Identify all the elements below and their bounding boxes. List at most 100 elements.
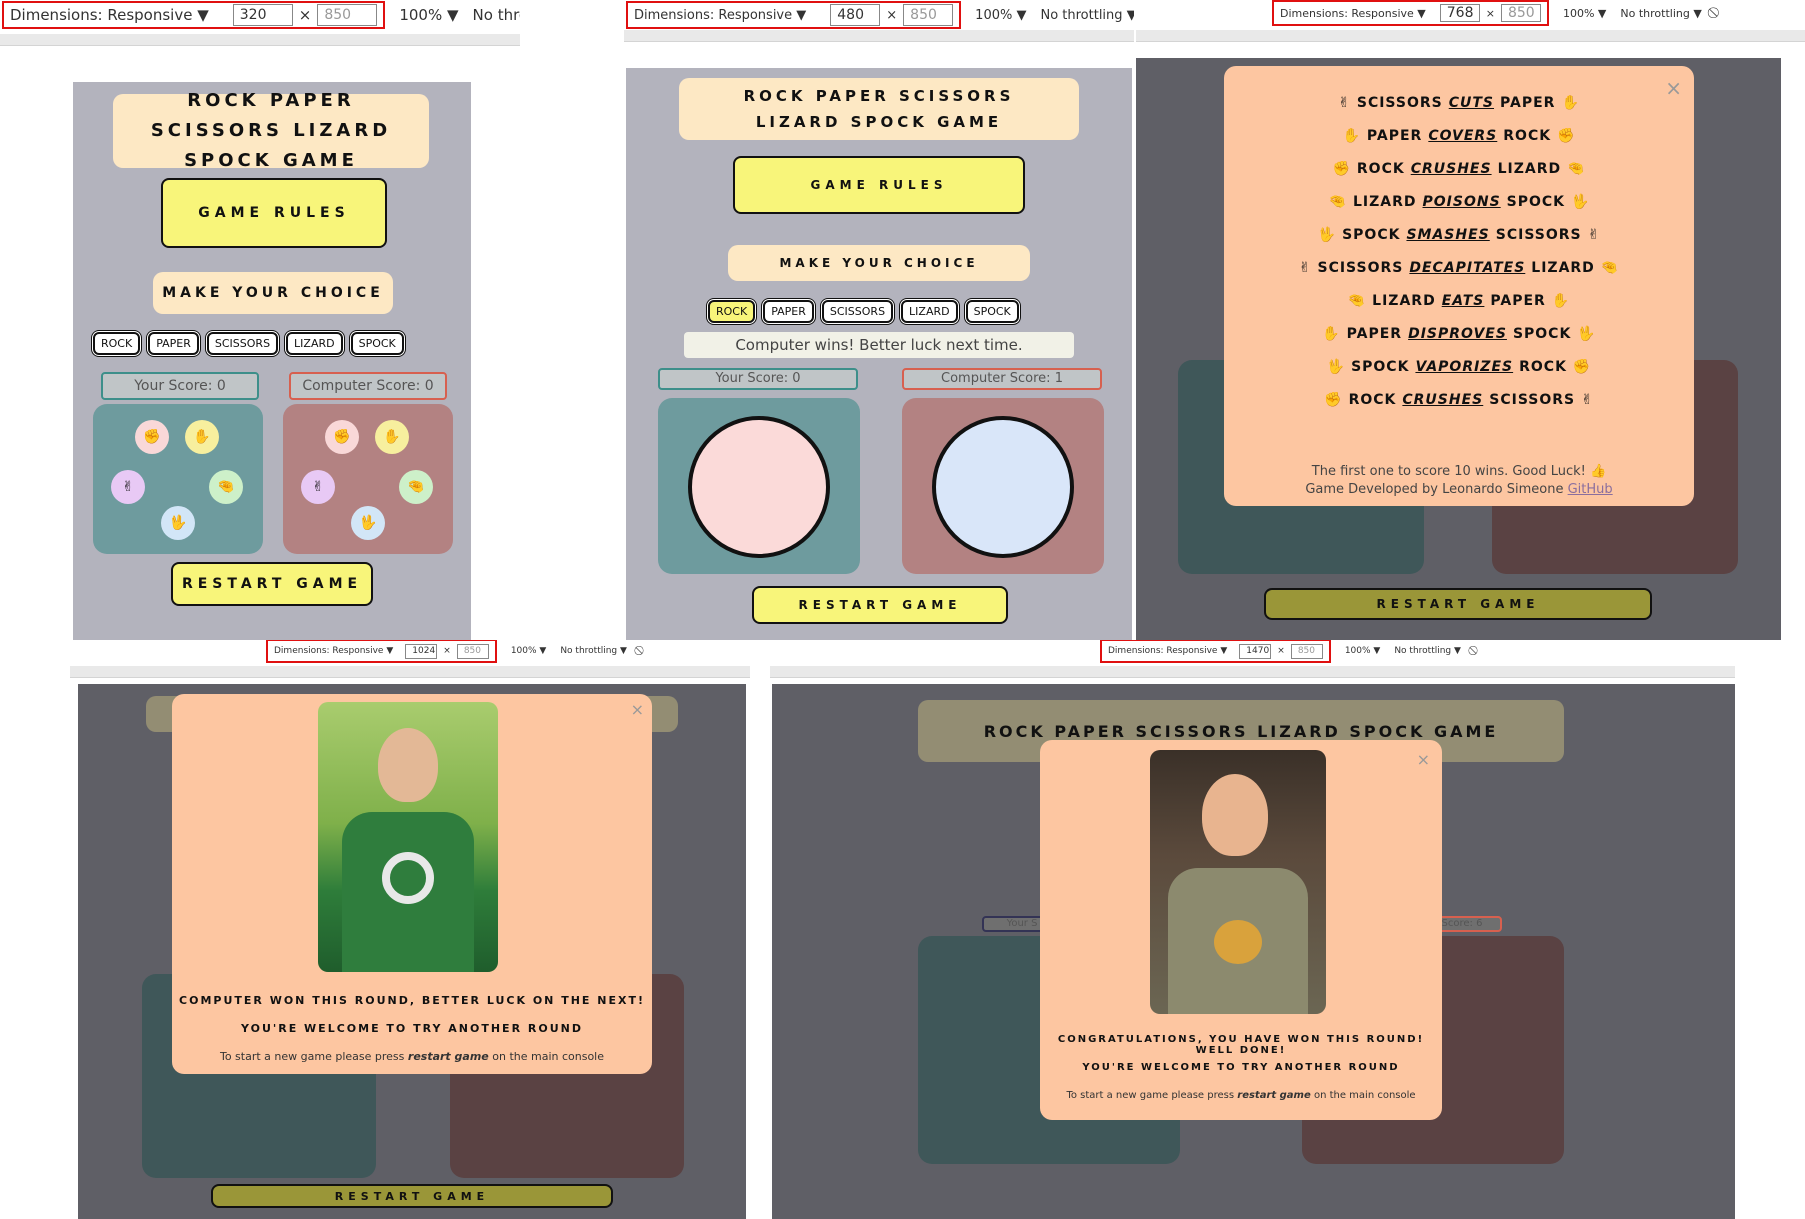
- times-icon: ×: [1277, 646, 1285, 656]
- rules-modal: × ✌ SCISSORS CUTS PAPER ✋ ✋ PAPER COVERS ROCK ✊ ✊ R…: [1224, 66, 1694, 506]
- height-input[interactable]: 850: [903, 4, 954, 26]
- rule-verb: CUTS: [1448, 94, 1495, 111]
- win-condition: The first one to score 10 wins. Good Luc…: [1311, 464, 1607, 479]
- dimensions-select[interactable]: Dimensions: Responsive ▼: [274, 646, 393, 656]
- rule-row: 🖖 SPOCK SMASHES SCISSORS ✌: [1224, 218, 1694, 251]
- scissors-icon: ✌: [1338, 94, 1351, 111]
- zoom-select[interactable]: 100% ▼: [1563, 7, 1606, 20]
- throttle-select[interactable]: No throttling ▼: [1620, 7, 1701, 20]
- panel-480: Dimensions: Responsive ▼ 480 × 850 100% …: [624, 0, 1134, 640]
- spock-icon: 🖖: [1326, 358, 1346, 375]
- game-page: ROCK PAPER SCISSORS LIZARD SPOCK GAME Yo…: [772, 684, 1735, 1219]
- paper-icon: ✋: [1561, 94, 1580, 111]
- game-page: ROCK PAPER SCISSORS LIZARD SPOCK GAME GA…: [626, 68, 1132, 640]
- paper-icon: ✋: [375, 420, 409, 454]
- hint-suffix: on the main console: [488, 1050, 605, 1063]
- throttle-select[interactable]: No throttling ▼: [1040, 8, 1134, 23]
- rule-verb: DISPROVES: [1408, 325, 1507, 342]
- rock-icon: ✊: [325, 420, 359, 454]
- close-icon[interactable]: ×: [1417, 750, 1430, 769]
- rule-verb: CRUSHES: [1402, 391, 1484, 408]
- close-icon[interactable]: ×: [631, 700, 644, 719]
- scissors-button[interactable]: SCISSORS: [821, 300, 894, 323]
- github-link[interactable]: GitHub: [1568, 482, 1613, 497]
- ruler: [624, 30, 1134, 42]
- rule-subject: SCISSORS: [1356, 94, 1443, 111]
- rock-button[interactable]: ROCK: [93, 332, 141, 355]
- rock-button[interactable]: ROCK: [708, 300, 756, 323]
- dimensions-box: Dimensions: Responsive ▼ 320 × 850: [2, 1, 386, 29]
- zoom-select[interactable]: 100% ▼: [1345, 646, 1381, 656]
- rule-object: SPOCK: [1512, 325, 1572, 342]
- restart-button[interactable]: RESTART GAME: [1264, 588, 1652, 620]
- paper-icon: ✋: [1322, 325, 1341, 342]
- scissors-icon: ✌: [301, 470, 335, 504]
- game-page: RESTART GAME × COMPUTER WON THIS ROUND, …: [78, 684, 746, 1219]
- win-hint: To start a new game please press restart…: [1040, 1090, 1442, 1101]
- paper-icon: ✋: [1342, 127, 1361, 144]
- lantern-logo: [382, 852, 434, 904]
- restart-button[interactable]: RESTART GAME: [171, 562, 373, 606]
- sheldon-head: [378, 728, 438, 802]
- ruler: [1136, 30, 1805, 42]
- win-modal: × CONGRATULATIONS, YOU HAVE WON THIS ROU…: [1040, 740, 1442, 1120]
- restart-button[interactable]: RESTART GAME: [211, 1184, 613, 1208]
- zoom-select[interactable]: 100% ▼: [511, 646, 547, 656]
- rule-subject: LIZARD: [1372, 292, 1436, 309]
- lose-modal: × COMPUTER WON THIS ROUND, BETTER LUCK O…: [172, 694, 652, 1074]
- computer-hand-card: ✊ ✋ ✌ 🤏 🖖: [283, 404, 453, 554]
- game-rules-button[interactable]: GAME RULES: [161, 178, 387, 248]
- zoom-select[interactable]: 100% ▼: [975, 8, 1026, 23]
- computer-hand-card: [902, 398, 1104, 574]
- spock-icon: [932, 416, 1074, 558]
- lizard-icon: 🤏: [1328, 193, 1347, 210]
- height-input[interactable]: 850: [1290, 643, 1323, 659]
- rock-icon: ✊: [1324, 391, 1343, 408]
- game-page: RESTART GAME × ✌ SCISSORS CUTS PAPER ✋ ✋ PAPER…: [1136, 58, 1781, 640]
- width-input[interactable]: 320: [232, 4, 293, 26]
- throttle-select[interactable]: No throttling ▼: [473, 6, 520, 24]
- dimensions-select[interactable]: Dimensions: Responsive ▼: [1108, 646, 1227, 656]
- rule-verb: CRUSHES: [1410, 160, 1492, 177]
- zoom-select[interactable]: 100% ▼: [399, 6, 458, 24]
- width-input[interactable]: 480: [830, 4, 881, 26]
- game-rules-button[interactable]: GAME RULES: [733, 156, 1025, 214]
- throttle-select[interactable]: No throttling ▼: [560, 646, 627, 656]
- scissors-icon: ✌: [111, 470, 145, 504]
- spock-button[interactable]: SPOCK: [350, 332, 404, 355]
- rule-row: 🤏 LIZARD POISONS SPOCK 🖖: [1224, 185, 1694, 218]
- rule-object: PAPER: [1500, 94, 1556, 111]
- dimensions-select[interactable]: Dimensions: Responsive ▼: [10, 6, 209, 24]
- hint-prefix: To start a new game please press: [219, 1050, 408, 1063]
- height-input[interactable]: 850: [1500, 4, 1541, 22]
- rule-row: 🤏 LIZARD EATS PAPER ✋: [1224, 284, 1694, 317]
- paper-button[interactable]: PAPER: [148, 332, 199, 355]
- rule-row: ✋ PAPER DISPROVES SPOCK 🖖: [1224, 317, 1694, 350]
- dimensions-select[interactable]: Dimensions: Responsive ▼: [1280, 7, 1426, 20]
- spock-button[interactable]: SPOCK: [965, 300, 1019, 323]
- width-input[interactable]: 1470: [1239, 643, 1272, 659]
- dimensions-box: Dimensions: Responsive ▼ 768 × 850: [1272, 0, 1549, 26]
- width-input[interactable]: 1024: [405, 643, 438, 659]
- lizard-button[interactable]: LIZARD: [286, 332, 343, 355]
- rule-object: LIZARD: [1531, 259, 1595, 276]
- lizard-button[interactable]: LIZARD: [901, 300, 958, 323]
- height-input[interactable]: 850: [456, 643, 489, 659]
- rule-object: LIZARD: [1497, 160, 1562, 177]
- rule-verb: POISONS: [1422, 193, 1501, 210]
- scissors-icon: ✌: [1581, 391, 1594, 408]
- rule-verb: EATS: [1441, 292, 1485, 309]
- paper-button[interactable]: PAPER: [763, 300, 814, 323]
- width-input[interactable]: 768: [1439, 4, 1480, 22]
- dimensions-select[interactable]: Dimensions: Responsive ▼: [634, 8, 806, 23]
- scissors-button[interactable]: SCISSORS: [206, 332, 279, 355]
- hint-suffix: on the main console: [1310, 1090, 1416, 1101]
- height-input[interactable]: 850: [317, 4, 378, 26]
- spock-icon: 🖖: [351, 506, 385, 540]
- restart-button[interactable]: RESTART GAME: [752, 586, 1008, 624]
- times-icon: ×: [886, 7, 898, 23]
- credit-text: Game Developed by Leonardo Simeone: [1305, 482, 1568, 497]
- your-score: Your Score: 0: [101, 372, 259, 400]
- scissors-icon: ✌: [1587, 226, 1601, 243]
- throttle-select[interactable]: No throttling ▼: [1394, 646, 1461, 656]
